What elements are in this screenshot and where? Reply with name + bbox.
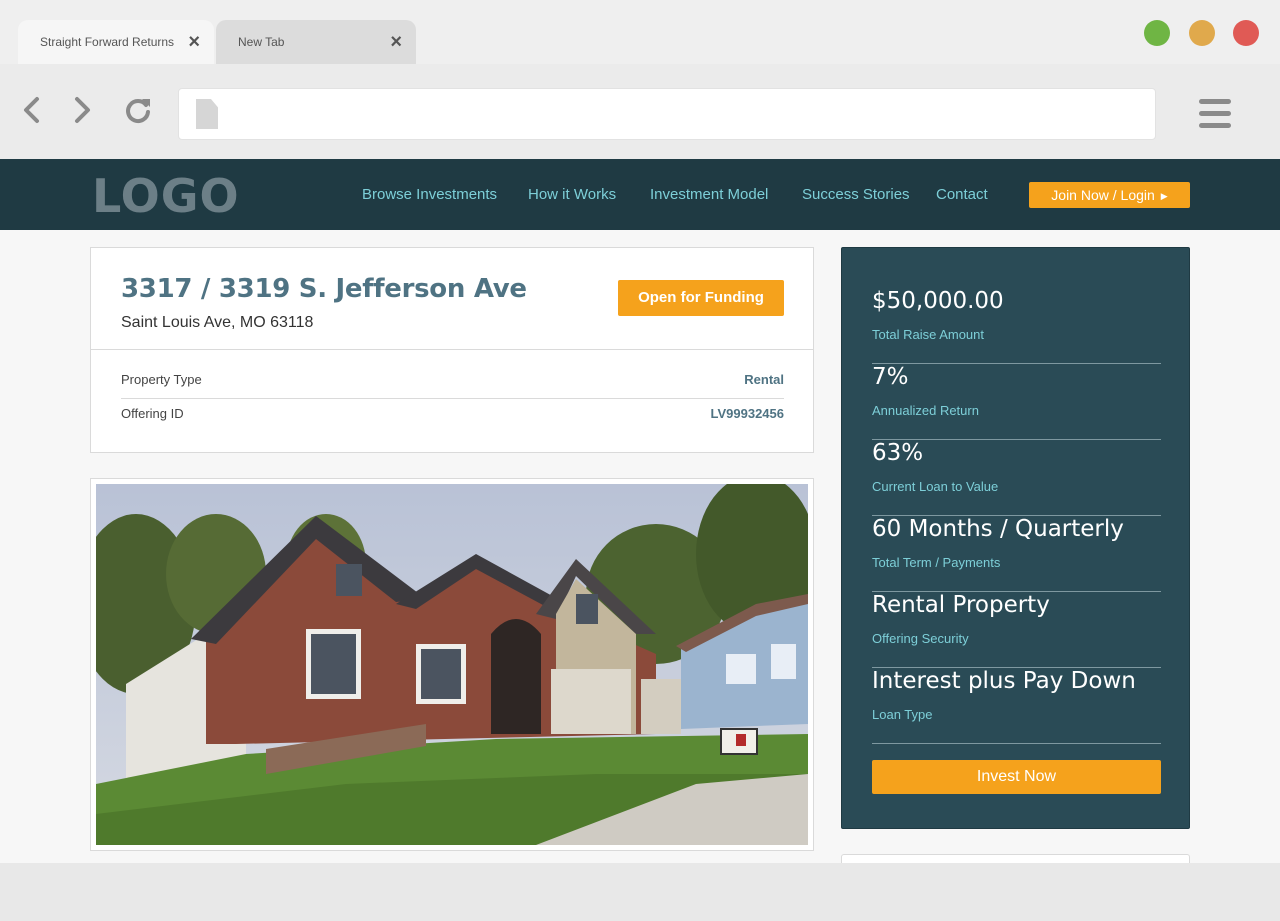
funding-status-badge[interactable]: Open for Funding <box>618 280 784 316</box>
minimize-window-button[interactable] <box>1189 20 1215 46</box>
detail-label: Offering ID <box>121 406 184 421</box>
page-content: 3317 / 3319 S. Jefferson Ave Saint Louis… <box>0 230 1280 863</box>
stat-value: $50,000.00 <box>872 288 1004 314</box>
property-photo-card <box>90 478 814 851</box>
page-icon <box>196 99 218 129</box>
stat-total-raise: $50,000.00 Total Raise Amount <box>872 288 1161 364</box>
stat-offering-security: Rental Property Offering Security <box>872 592 1161 668</box>
stat-loan-type: Interest plus Pay Down Loan Type <box>872 668 1161 744</box>
tab-straight-forward-returns[interactable]: Straight Forward Returns × <box>18 20 214 64</box>
close-icon[interactable]: × <box>188 30 200 54</box>
property-address: Saint Louis Ave, MO 63118 <box>121 314 314 331</box>
site-header: LOGO Browse Investments How it Works Inv… <box>0 159 1280 230</box>
nav-contact[interactable]: Contact <box>936 186 988 203</box>
property-photo[interactable] <box>96 484 808 845</box>
join-login-label: Join Now / Login <box>1051 187 1155 203</box>
maximize-window-button[interactable] <box>1144 20 1170 46</box>
close-icon[interactable]: × <box>390 30 402 54</box>
browser-chrome: Straight Forward Returns × New Tab × <box>0 0 1280 159</box>
secondary-side-card <box>841 854 1190 863</box>
tab-label: Straight Forward Returns <box>40 35 175 49</box>
divider <box>91 349 813 350</box>
detail-label: Property Type <box>121 372 202 387</box>
tab-label: New Tab <box>238 35 285 49</box>
address-bar[interactable] <box>178 88 1156 140</box>
stat-value: Interest plus Pay Down <box>872 668 1136 694</box>
property-title: 3317 / 3319 S. Jefferson Ave <box>121 274 527 304</box>
stat-label: Current Loan to Value <box>872 479 999 494</box>
caret-right-icon: ▶ <box>1160 191 1168 201</box>
stat-value: Rental Property <box>872 592 1050 618</box>
stat-label: Total Raise Amount <box>872 327 985 342</box>
stat-value: 63% <box>872 440 924 466</box>
detail-value: LV99932456 <box>710 406 785 421</box>
stat-value: 60 Months / Quarterly <box>872 516 1124 542</box>
investment-summary-panel: $50,000.00 Total Raise Amount 7% Annuali… <box>841 247 1190 829</box>
stat-value: 7% <box>872 364 909 390</box>
window-bottom-strip <box>0 863 1280 921</box>
property-summary-card: 3317 / 3319 S. Jefferson Ave Saint Louis… <box>90 247 814 453</box>
stat-label: Offering Security <box>872 631 969 646</box>
nav-browse-investments[interactable]: Browse Investments <box>362 186 497 203</box>
invest-now-button[interactable]: Invest Now <box>872 760 1161 794</box>
stat-loan-to-value: 63% Current Loan to Value <box>872 440 1161 516</box>
stat-label: Annualized Return <box>872 403 979 418</box>
stat-label: Total Term / Payments <box>872 555 1001 570</box>
detail-value: Rental <box>744 372 784 387</box>
back-arrow-icon[interactable] <box>18 94 48 126</box>
browser-toolbar <box>0 64 1280 159</box>
tab-new-tab[interactable]: New Tab × <box>216 20 416 64</box>
nav-investment-model[interactable]: Investment Model <box>650 186 768 203</box>
site-logo[interactable]: LOGO <box>92 169 240 223</box>
tab-bar: Straight Forward Returns × New Tab × <box>0 0 1280 64</box>
forward-arrow-icon[interactable] <box>66 94 96 126</box>
close-window-button[interactable] <box>1233 20 1259 46</box>
stat-annualized-return: 7% Annualized Return <box>872 364 1161 440</box>
nav-success-stories[interactable]: Success Stories <box>802 186 910 203</box>
nav-how-it-works[interactable]: How it Works <box>528 186 616 203</box>
stat-term-payments: 60 Months / Quarterly Total Term / Payme… <box>872 516 1161 592</box>
join-login-button[interactable]: Join Now / Login ▶ <box>1029 182 1190 208</box>
reload-icon[interactable] <box>122 94 152 126</box>
divider <box>121 398 784 399</box>
hamburger-menu-icon[interactable] <box>1199 99 1231 129</box>
stat-label: Loan Type <box>872 707 933 722</box>
detail-row-offering-id: Offering ID LV99932456 <box>121 406 784 436</box>
